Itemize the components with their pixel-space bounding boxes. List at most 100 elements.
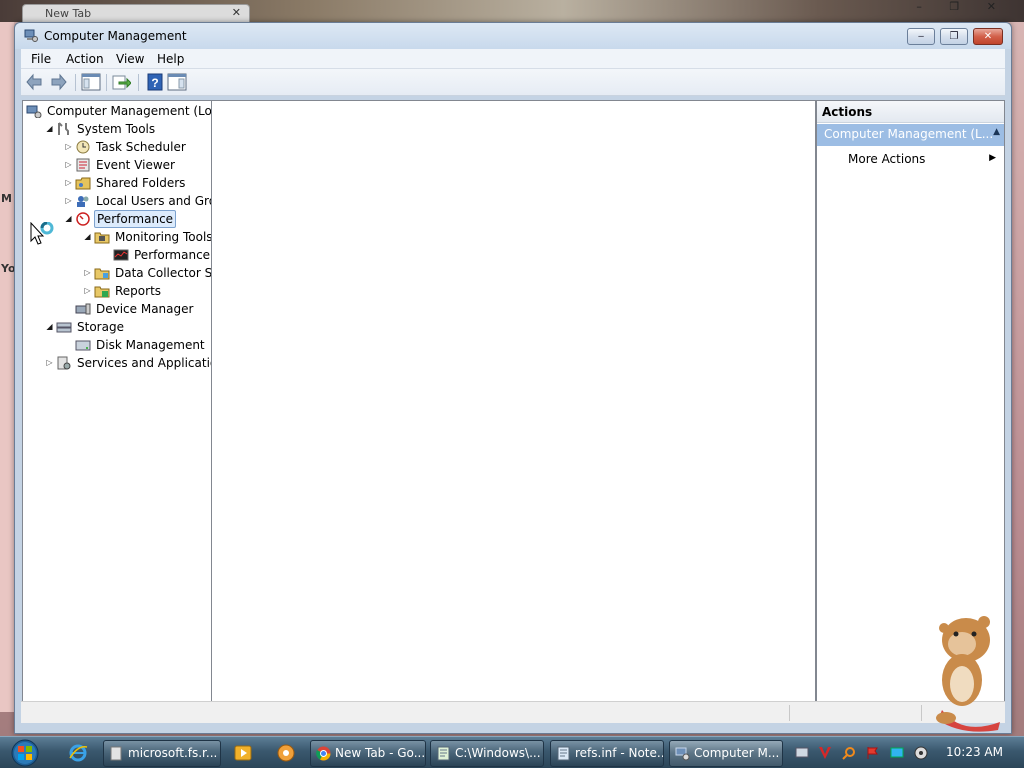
tree-node-label: Task Scheduler bbox=[96, 140, 186, 154]
event-viewer-icon bbox=[76, 158, 90, 172]
tree-node-label: Device Manager bbox=[96, 302, 194, 316]
tree-node-label: Monitoring Tools bbox=[115, 230, 212, 244]
users-icon bbox=[77, 196, 89, 207]
taskbar-button-label: C:\Windows\... bbox=[455, 746, 541, 760]
chrome-icon bbox=[316, 746, 331, 761]
collapsed-arrow-icon[interactable]: ▷ bbox=[83, 282, 92, 300]
svg-text:?: ? bbox=[151, 76, 158, 90]
antivirus-icon[interactable] bbox=[818, 746, 832, 760]
device-manager-icon bbox=[75, 303, 91, 315]
flag-icon[interactable] bbox=[866, 746, 880, 760]
services-icon bbox=[57, 356, 71, 370]
background-window-edge: M Yo bbox=[0, 22, 16, 712]
taskbar-button-label: refs.inf - Note... bbox=[575, 746, 664, 760]
taskbar-button[interactable]: New Tab - Go... bbox=[310, 740, 426, 767]
close-button[interactable]: ✕ bbox=[973, 28, 1003, 45]
menu-file[interactable]: File bbox=[31, 52, 51, 66]
tree-node-label: Data Collector Sets bbox=[115, 266, 212, 280]
computer-management-icon bbox=[24, 29, 38, 42]
background-window-controls: – ❐ ✕ bbox=[916, 0, 1008, 13]
tree-node-label: System Tools bbox=[77, 122, 156, 136]
shared-folder-icon bbox=[75, 177, 91, 190]
close-icon: ✕ bbox=[231, 6, 241, 19]
maximize-button[interactable]: ❐ bbox=[940, 28, 968, 45]
hamster-sticker-icon bbox=[936, 616, 1000, 732]
computer-management-icon bbox=[26, 105, 42, 118]
expanded-arrow-icon[interactable]: ◢ bbox=[83, 228, 92, 246]
collapsed-arrow-icon[interactable]: ▷ bbox=[64, 156, 73, 174]
menu-help[interactable]: Help bbox=[157, 52, 184, 66]
taskbar: microsoft.fs.r... New Tab - Go... C:\Win… bbox=[0, 736, 1024, 768]
media-player-icon[interactable] bbox=[233, 743, 253, 763]
collapsed-arrow-icon[interactable]: ▷ bbox=[83, 264, 92, 282]
actions-section-label: Computer Management (L... bbox=[824, 127, 994, 141]
results-pane bbox=[212, 100, 816, 719]
computer-management-window: Computer Management ‒ ❐ ✕ File Action Vi… bbox=[14, 22, 1012, 734]
title-bar[interactable]: Computer Management ‒ ❐ ✕ bbox=[15, 23, 1011, 49]
tree-node-label: Computer Management (Local bbox=[47, 104, 212, 118]
taskbar-button-label: New Tab - Go... bbox=[335, 746, 426, 760]
data-collector-icon bbox=[94, 268, 110, 280]
collapse-up-icon[interactable]: ▲ bbox=[993, 127, 1000, 137]
expanded-arrow-icon[interactable]: ◢ bbox=[64, 210, 73, 228]
computer-management-icon bbox=[675, 747, 690, 761]
taskbar-button-label: Computer M... bbox=[694, 746, 780, 760]
console-tree: Computer Management (Local ◢ System Tools ▷… bbox=[22, 100, 212, 702]
taskbar-button[interactable]: microsoft.fs.r... bbox=[103, 740, 221, 767]
tree-node-label: Disk Management bbox=[96, 338, 205, 352]
show-hide-action-pane-icon[interactable] bbox=[167, 73, 187, 91]
notepad-icon bbox=[437, 746, 450, 761]
collapsed-arrow-icon[interactable]: ▷ bbox=[64, 174, 73, 192]
internet-explorer-icon[interactable] bbox=[68, 743, 88, 763]
taskbar-button[interactable]: refs.inf - Note... bbox=[550, 740, 664, 767]
clock-icon bbox=[76, 140, 90, 154]
clock[interactable]: 10:23 AM bbox=[946, 745, 1003, 759]
help-icon[interactable]: ? bbox=[145, 73, 165, 91]
collapsed-arrow-icon[interactable]: ▷ bbox=[64, 138, 73, 156]
collapsed-arrow-icon[interactable]: ▷ bbox=[45, 354, 54, 372]
start-button-icon[interactable] bbox=[8, 738, 42, 768]
back-arrow-icon[interactable] bbox=[25, 73, 45, 91]
performance-monitor-icon bbox=[113, 249, 129, 261]
taskbar-button-label: microsoft.fs.r... bbox=[128, 746, 218, 760]
status-bar bbox=[21, 701, 1005, 723]
more-actions-item[interactable]: More Actions bbox=[848, 152, 925, 166]
tree-node-label: Event Viewer bbox=[96, 158, 175, 172]
volume-icon[interactable] bbox=[914, 746, 928, 760]
actions-section-header[interactable]: Computer Management (L... ▲ bbox=[817, 124, 1004, 146]
performance-icon bbox=[76, 212, 90, 226]
network-icon[interactable] bbox=[795, 746, 809, 760]
tree-node-label: Performance Mc bbox=[134, 248, 211, 262]
tree-node-label: Performance bbox=[94, 210, 177, 228]
tools-icon bbox=[58, 122, 69, 135]
export-list-icon[interactable] bbox=[111, 73, 131, 91]
minimize-button[interactable]: ‒ bbox=[907, 28, 935, 45]
submenu-arrow-icon: ▶ bbox=[989, 153, 996, 163]
taskbar-button[interactable]: C:\Windows\... bbox=[430, 740, 544, 767]
toolbar: ? bbox=[21, 69, 1005, 96]
expanded-arrow-icon[interactable]: ◢ bbox=[45, 120, 54, 138]
tree-node-label: Shared Folders bbox=[96, 176, 186, 190]
storage-icon bbox=[56, 322, 72, 333]
tree-node-label: Reports bbox=[115, 284, 162, 298]
actions-header: Actions bbox=[817, 101, 1004, 123]
busy-cursor-icon bbox=[30, 222, 54, 245]
system-tray bbox=[790, 741, 940, 765]
search-icon[interactable] bbox=[842, 746, 856, 760]
folder-icon bbox=[94, 232, 110, 244]
app-launcher-icon[interactable] bbox=[276, 743, 296, 763]
tree-node-label: Local Users and Groups bbox=[96, 194, 211, 208]
collapsed-arrow-icon[interactable]: ▷ bbox=[64, 192, 73, 210]
menu-view[interactable]: View bbox=[116, 52, 144, 66]
expanded-arrow-icon[interactable]: ◢ bbox=[45, 318, 54, 336]
tree-node-label: Services and Applications bbox=[77, 356, 211, 370]
show-hide-console-tree-icon[interactable] bbox=[81, 73, 101, 91]
window-title: Computer Management bbox=[44, 29, 187, 43]
menu-bar: File Action View Help bbox=[21, 49, 1005, 69]
background-browser-tab: New Tab ✕ bbox=[22, 4, 250, 22]
status-bar-divider bbox=[789, 705, 790, 721]
forward-arrow-icon[interactable] bbox=[48, 73, 68, 91]
menu-action[interactable]: Action bbox=[66, 52, 104, 66]
display-icon[interactable] bbox=[890, 746, 904, 760]
taskbar-button-active[interactable]: Computer M... bbox=[669, 740, 783, 767]
